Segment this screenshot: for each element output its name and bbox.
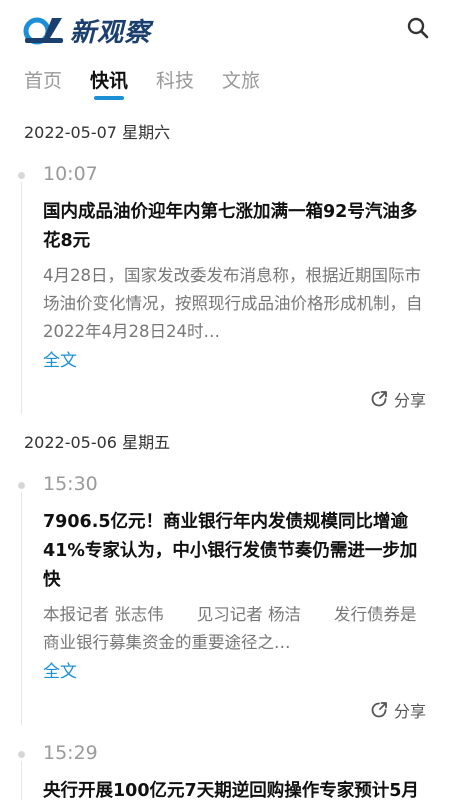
timeline-line	[21, 182, 22, 414]
news-item: 10:07 国内成品油价迎年内第七涨加满一箱92号汽油多花8元 4月28日，国家…	[0, 154, 450, 422]
news-time: 15:29	[43, 742, 98, 764]
share-button[interactable]: 分享	[370, 387, 426, 411]
news-time: 15:30	[43, 473, 98, 495]
news-title[interactable]: 央行开展100亿元7天期逆回购操作专家预计5月份资金面将延续平稳态势	[43, 777, 426, 800]
full-text-link[interactable]: 全文	[43, 346, 77, 376]
share-label: 分享	[393, 702, 426, 721]
tab-flash-news[interactable]: 快讯	[90, 66, 128, 100]
share-label: 分享	[393, 391, 426, 410]
news-summary: 本报记者 张志伟 见习记者 杨洁 发行债券是商业银行募集资金的重要途径之…	[43, 605, 417, 652]
share-button[interactable]: 分享	[370, 698, 426, 722]
app-logo: 新观察	[22, 12, 151, 49]
tab-tech[interactable]: 科技	[156, 66, 194, 100]
app-header: 新观察	[0, 0, 450, 58]
date-header: 2022-05-07 星期六	[24, 123, 171, 142]
full-text-link[interactable]: 全文	[43, 657, 77, 687]
logo-mark-icon	[22, 14, 66, 48]
news-item: 15:30 7906.5亿元！商业银行年内发债规模同比增逾41%专家认为，中小银…	[0, 464, 450, 733]
share-row: 分享	[43, 687, 426, 733]
news-summary: 4月28日，国家发改委发布消息称，根据近期国际市场油价变化情况，按照现行成品油价…	[43, 266, 423, 341]
tab-culture-travel[interactable]: 文旅	[222, 66, 260, 100]
search-icon[interactable]	[406, 16, 430, 40]
date-header: 2022-05-06 星期五	[24, 433, 171, 452]
news-title[interactable]: 7906.5亿元！商业银行年内发债规模同比增逾41%专家认为，中小银行发债节奏仍…	[43, 508, 426, 595]
news-feed: 2022-05-07 星期六 10:07 国内成品油价迎年内第七涨加满一箱92号…	[0, 112, 450, 800]
news-title[interactable]: 国内成品油价迎年内第七涨加满一箱92号汽油多花8元	[43, 198, 426, 256]
logo-text: 新观察	[70, 18, 152, 48]
news-time: 10:07	[43, 163, 98, 185]
timeline-line	[21, 761, 22, 800]
category-tabs: 首页 快讯 科技 文旅	[24, 66, 260, 100]
timeline-dot	[18, 482, 25, 489]
share-icon	[371, 702, 387, 718]
share-icon	[371, 391, 387, 407]
timeline-dot	[18, 751, 25, 758]
timeline-dot	[18, 172, 25, 179]
tab-home[interactable]: 首页	[24, 66, 62, 100]
share-row: 分享	[43, 376, 426, 422]
timeline-line	[21, 492, 22, 725]
news-item: 15:29 央行开展100亿元7天期逆回购操作专家预计5月份资金面将延续平稳态势	[0, 733, 450, 800]
